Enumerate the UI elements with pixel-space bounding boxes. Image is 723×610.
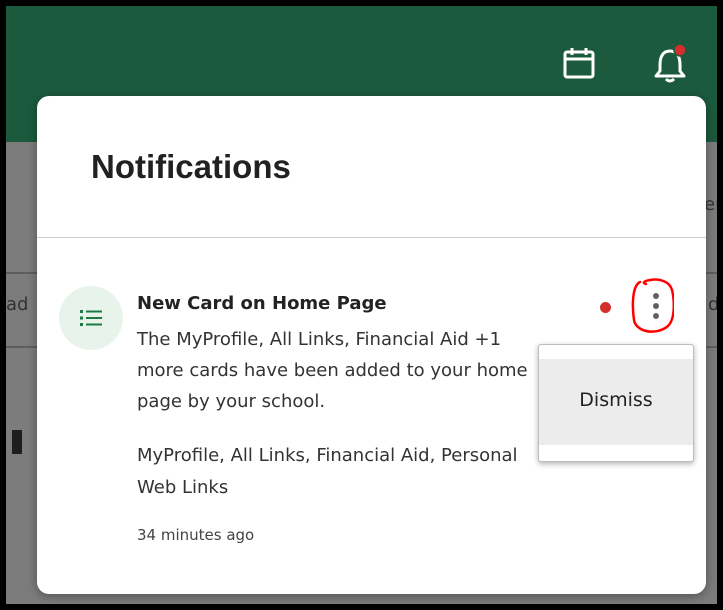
- notification-icon: [59, 286, 123, 350]
- dismiss-label: Dismiss: [579, 389, 653, 411]
- panel-divider: [37, 237, 706, 238]
- list-icon: [80, 310, 102, 326]
- notification-badge: [673, 44, 687, 57]
- notification-card-list: MyProfile, All Links, Financial Aid, Per…: [137, 445, 518, 498]
- dismiss-menu-item[interactable]: Dismiss: [539, 359, 693, 445]
- more-options-button[interactable]: [626, 276, 675, 338]
- notification-title: New Card on Home Page: [137, 293, 387, 314]
- unread-indicator: [600, 302, 611, 313]
- calendar-icon[interactable]: [562, 46, 596, 80]
- app-frame: ad er d Notifications New Card on Home P…: [6, 6, 717, 604]
- notifications-panel: Notifications New Card on Home Page The …: [37, 96, 706, 594]
- background-text: ad: [6, 294, 29, 315]
- background-shape: [12, 430, 22, 454]
- bell-icon[interactable]: [650, 44, 690, 84]
- panel-title: Notifications: [91, 148, 291, 185]
- more-vertical-icon: [631, 278, 675, 333]
- options-menu: Dismiss: [538, 344, 694, 462]
- background-text: d: [708, 294, 717, 315]
- notification-body: The MyProfile, All Links, Financial Aid …: [137, 329, 528, 412]
- notification-timestamp: 34 minutes ago: [137, 526, 255, 544]
